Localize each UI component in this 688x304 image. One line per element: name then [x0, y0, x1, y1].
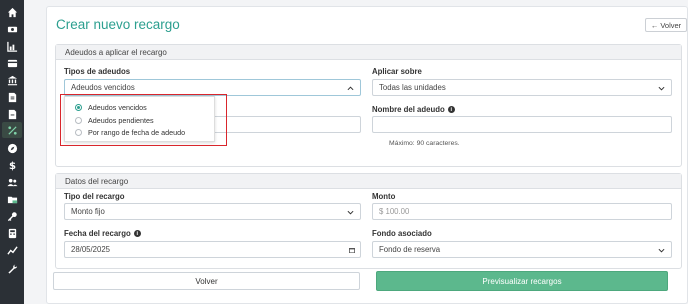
report-icon[interactable]: [4, 242, 20, 258]
fecha-label-text: Fecha del recargo: [64, 229, 131, 238]
info-icon[interactable]: i: [447, 106, 455, 113]
aplicar-label: Aplicar sobre: [372, 67, 422, 76]
compass-icon[interactable]: [4, 140, 20, 156]
volver-button[interactable]: Volver: [53, 272, 360, 290]
tipo-recargo-select[interactable]: Monto fijo: [64, 203, 361, 220]
monto-label: Monto: [372, 192, 396, 201]
tipo-recargo-value: Monto fijo: [71, 207, 105, 216]
page-title: Crear nuevo recargo: [56, 17, 180, 32]
money-icon[interactable]: [4, 21, 20, 37]
dollar-icon[interactable]: $: [4, 157, 20, 173]
highlight-box: [60, 94, 227, 146]
svg-text:$: $: [8, 161, 15, 171]
document-icon[interactable]: [4, 106, 20, 122]
nombre-input[interactable]: [372, 116, 672, 133]
fondo-select[interactable]: Fondo de reserva: [372, 241, 672, 258]
fondo-value: Fondo de reserva: [379, 245, 441, 254]
section-header: Datos del recargo: [56, 174, 681, 189]
nombre-label-text: Nombre del adeudo: [372, 105, 445, 114]
monto-placeholder: $ 100.00: [379, 207, 410, 216]
calendar-icon[interactable]: [349, 247, 355, 253]
main-area: Crear nuevo recargo ← Volver Adeudos a a…: [24, 0, 688, 304]
percent-icon[interactable]: [2, 122, 22, 138]
calculator-icon[interactable]: [4, 225, 20, 241]
folder-icon[interactable]: [4, 191, 20, 207]
back-button-label: Volver: [660, 20, 682, 30]
chevron-down-icon: [347, 210, 354, 215]
aplicar-value: Todas las unidades: [379, 83, 446, 92]
wrench-icon[interactable]: [4, 260, 20, 276]
sidebar: $: [0, 0, 24, 304]
chevron-down-icon: [658, 86, 665, 91]
aplicar-select[interactable]: Todas las unidades: [372, 79, 672, 96]
bank-icon[interactable]: [4, 72, 20, 88]
nombre-hint: Máximo: 90 caracteres.: [389, 140, 460, 147]
fecha-label: Fecha del recargo i: [64, 229, 141, 238]
arrow-left-icon: ←: [650, 20, 659, 30]
tipos-value: Adeudos vencidos: [71, 83, 135, 92]
chevron-down-icon: [658, 248, 665, 253]
chart-icon[interactable]: [4, 38, 20, 54]
nombre-label: Nombre del adeudo i: [372, 105, 455, 114]
fondo-label: Fondo asociado: [372, 229, 432, 238]
document-icon[interactable]: [4, 89, 20, 105]
chevron-up-icon: [347, 86, 354, 91]
tipos-label: Tipos de adeudos: [64, 67, 131, 76]
section-header: Adeudos a aplicar el recargo: [56, 45, 681, 60]
tipo-recargo-label: Tipo del recargo: [64, 192, 125, 201]
key-icon[interactable]: [4, 208, 20, 224]
fecha-input[interactable]: 28/05/2025: [64, 241, 361, 258]
preview-button[interactable]: Previsualizar recargos: [376, 271, 668, 291]
home-icon[interactable]: [4, 4, 20, 20]
monto-input[interactable]: $ 100.00: [372, 203, 672, 220]
form-card: Crear nuevo recargo ← Volver Adeudos a a…: [46, 6, 688, 304]
info-icon[interactable]: i: [133, 230, 141, 237]
users-icon[interactable]: [4, 174, 20, 190]
card-icon[interactable]: [4, 55, 20, 71]
fecha-value: 28/05/2025: [71, 245, 111, 254]
back-button[interactable]: ← Volver: [645, 18, 687, 32]
